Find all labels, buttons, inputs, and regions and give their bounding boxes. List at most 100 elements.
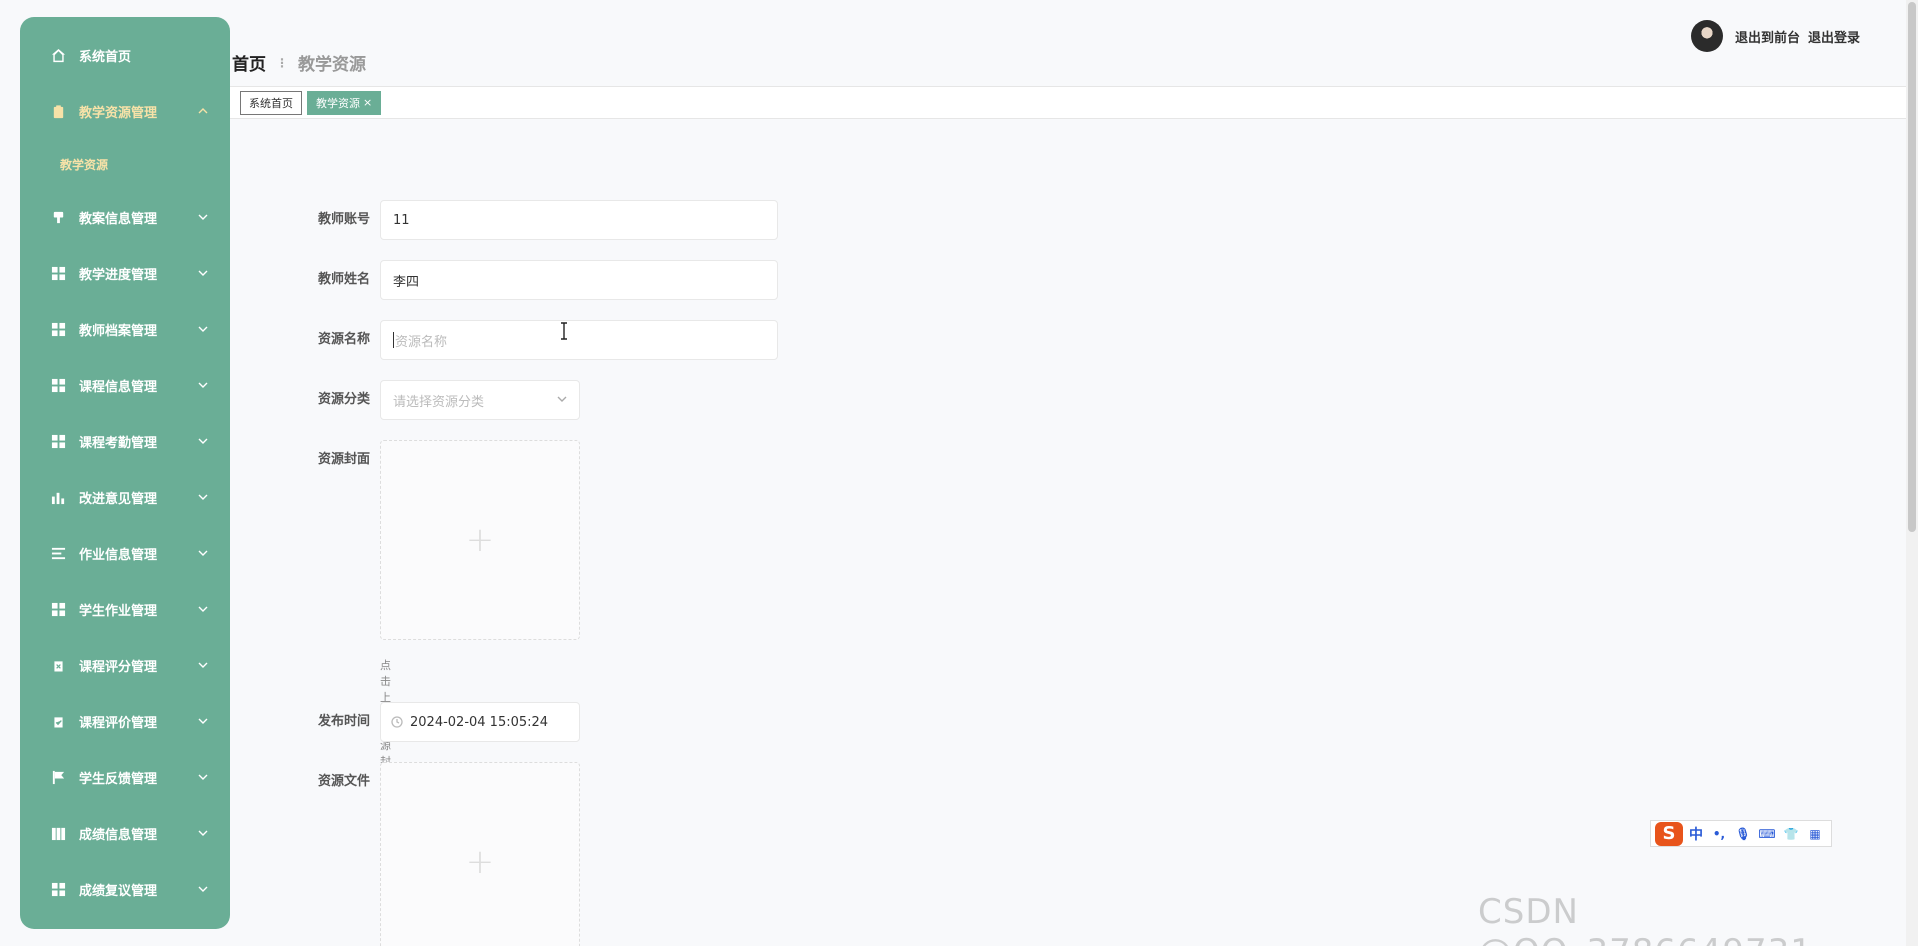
keyboard-icon[interactable]: ⌨ bbox=[1758, 826, 1775, 842]
sidebar-subitem-resource[interactable]: 教学资源 bbox=[20, 139, 230, 189]
sidebar-item-label: 教学资源管理 bbox=[79, 105, 158, 121]
logout-front-link[interactable]: 退出到前台 bbox=[1735, 27, 1800, 46]
sidebar-item-homework-info[interactable]: 作业信息管理 bbox=[20, 525, 230, 581]
sidebar-item-label: 课程信息管理 bbox=[79, 379, 158, 395]
chevron-down-icon bbox=[557, 393, 567, 408]
form-row-publish-time: 发布时间 2024-02-04 15:05:24 bbox=[300, 702, 580, 742]
chevron-down-icon bbox=[198, 771, 208, 781]
sidebar-item-teaching-progress[interactable]: 教学进度管理 bbox=[20, 245, 230, 301]
grid-icon bbox=[50, 601, 66, 617]
chevron-down-icon bbox=[198, 659, 208, 669]
field-label: 资源封面 bbox=[317, 452, 370, 467]
chevron-up-icon bbox=[198, 105, 208, 115]
publish-time-picker[interactable]: 2024-02-04 15:05:24 bbox=[380, 702, 580, 742]
chevron-down-icon bbox=[198, 211, 208, 221]
form-row-resource-name: 资源名称 资源名称 bbox=[300, 320, 778, 360]
plus-icon: + bbox=[465, 842, 495, 882]
chevron-down-icon bbox=[198, 323, 208, 333]
field-label: 资源分类 bbox=[317, 392, 370, 407]
sidebar-item-course-info[interactable]: 课程信息管理 bbox=[20, 357, 230, 413]
sidebar-item-label: 成绩复议管理 bbox=[79, 883, 158, 899]
resource-category-select[interactable]: 请选择资源分类 bbox=[380, 380, 580, 420]
scrollbar-thumb[interactable] bbox=[1908, 2, 1916, 532]
breadcrumb-separator-icon: ⋮ bbox=[276, 55, 288, 70]
grid-icon bbox=[50, 377, 66, 393]
sidebar-item-student-feedback[interactable]: 学生反馈管理 bbox=[20, 749, 230, 805]
breadcrumb-home[interactable]: 首页 bbox=[232, 50, 266, 75]
ime-mode-label[interactable]: 中 bbox=[1689, 824, 1703, 844]
logout-link[interactable]: 退出登录 bbox=[1808, 27, 1860, 46]
book-icon bbox=[50, 825, 66, 841]
form-row-resource-cover: 资源封面 + bbox=[300, 440, 580, 640]
chevron-down-icon bbox=[198, 715, 208, 725]
form-row-resource-category: 资源分类 请选择资源分类 bbox=[300, 380, 580, 420]
text-caret bbox=[393, 332, 394, 348]
clock-icon bbox=[391, 716, 403, 728]
resource-name-input[interactable]: 资源名称 bbox=[380, 320, 778, 360]
sidebar-item-label: 课程评价管理 bbox=[79, 715, 158, 731]
sidebar-item-label: 学生反馈管理 bbox=[79, 771, 158, 787]
sidebar-item-home[interactable]: 系统首页 bbox=[20, 27, 230, 83]
field-label: 资源文件 bbox=[317, 774, 370, 789]
sidebar-item-course-attendance[interactable]: 课程考勤管理 bbox=[20, 413, 230, 469]
chevron-down-icon bbox=[198, 435, 208, 445]
cover-upload-box[interactable]: + bbox=[380, 440, 580, 640]
sidebar-item-lesson-plan[interactable]: 教案信息管理 bbox=[20, 189, 230, 245]
sidebar-item-student-homework[interactable]: 学生作业管理 bbox=[20, 581, 230, 637]
chevron-down-icon bbox=[198, 883, 208, 893]
ibeam-cursor-icon bbox=[559, 322, 569, 340]
field-label: 资源名称 bbox=[317, 332, 370, 347]
sidebar-item-label: 改进意见管理 bbox=[79, 491, 158, 507]
chevron-down-icon bbox=[198, 547, 208, 557]
brush-icon bbox=[50, 209, 66, 225]
avatar[interactable] bbox=[1690, 20, 1723, 52]
file-upload-box[interactable]: + bbox=[380, 762, 580, 946]
breadcrumb: 首页 ⋮ 教学资源 bbox=[232, 50, 366, 75]
microphone-icon[interactable]: 🎙 bbox=[1735, 826, 1751, 842]
tab-teaching-resource[interactable]: 教学资源 × bbox=[307, 90, 382, 115]
punctuation-icon[interactable]: •, bbox=[1711, 826, 1727, 842]
tab-system-home[interactable]: 系统首页 bbox=[240, 90, 302, 115]
form-row-teacher-account: 教师账号 11 bbox=[300, 200, 778, 240]
apps-grid-icon[interactable]: ▦ bbox=[1807, 826, 1823, 842]
field-label: 教师账号 bbox=[317, 212, 370, 227]
select-placeholder: 请选择资源分类 bbox=[393, 394, 485, 410]
list-icon bbox=[50, 545, 66, 561]
page-scrollbar[interactable] bbox=[1906, 0, 1918, 946]
ime-toolbar[interactable]: S 中 •, 🎙 ⌨ 👕 ▦ bbox=[1650, 820, 1832, 847]
resource-name-placeholder: 资源名称 bbox=[395, 334, 448, 350]
sidebar-item-resource-management[interactable]: 教学资源管理 bbox=[20, 83, 230, 139]
sidebar-item-teacher-archive[interactable]: 教师档案管理 bbox=[20, 301, 230, 357]
clipboard-icon bbox=[50, 103, 66, 119]
sidebar: 系统首页 教学资源管理 教学资源 教案信息管理 教学进度管理 教师档案管理 课程… bbox=[20, 17, 230, 929]
bar-chart-icon bbox=[50, 489, 66, 505]
sidebar-item-course-evaluation[interactable]: 课程评价管理 bbox=[20, 693, 230, 749]
close-icon[interactable]: × bbox=[363, 96, 372, 109]
chevron-down-icon bbox=[198, 827, 208, 837]
home-icon bbox=[50, 47, 66, 63]
sidebar-item-grade-info[interactable]: 成绩信息管理 bbox=[20, 805, 230, 861]
tab-label: 教学资源 bbox=[316, 96, 360, 110]
sidebar-item-label: 教师档案管理 bbox=[79, 323, 158, 339]
sidebar-item-course-score[interactable]: 课程评分管理 bbox=[20, 637, 230, 693]
flag-icon bbox=[50, 769, 66, 785]
sidebar-item-label: 课程评分管理 bbox=[79, 659, 158, 675]
chevron-down-icon bbox=[198, 379, 208, 389]
clipboard-check-icon bbox=[50, 713, 66, 729]
sidebar-item-grade-review[interactable]: 成绩复议管理 bbox=[20, 861, 230, 917]
skin-icon[interactable]: 👕 bbox=[1783, 826, 1799, 842]
sogou-logo-icon[interactable]: S bbox=[1655, 821, 1683, 846]
chevron-down-icon bbox=[198, 603, 208, 613]
tabs-bar: 系统首页 教学资源 × bbox=[230, 86, 1910, 119]
grid-icon bbox=[50, 433, 66, 449]
teacher-name-input[interactable]: 李四 bbox=[380, 260, 778, 300]
sidebar-item-improvement[interactable]: 改进意见管理 bbox=[20, 469, 230, 525]
breadcrumb-current: 教学资源 bbox=[298, 55, 366, 75]
user-area: 退出到前台 退出登录 bbox=[1690, 20, 1860, 52]
teacher-account-input[interactable]: 11 bbox=[380, 200, 778, 240]
sidebar-item-label: 课程考勤管理 bbox=[79, 435, 158, 451]
clipboard-x-icon bbox=[50, 657, 66, 673]
chevron-down-icon bbox=[198, 267, 208, 277]
grid-icon bbox=[50, 881, 66, 897]
watermark: CSDN @QQ_3786649731 bbox=[1478, 892, 1812, 946]
